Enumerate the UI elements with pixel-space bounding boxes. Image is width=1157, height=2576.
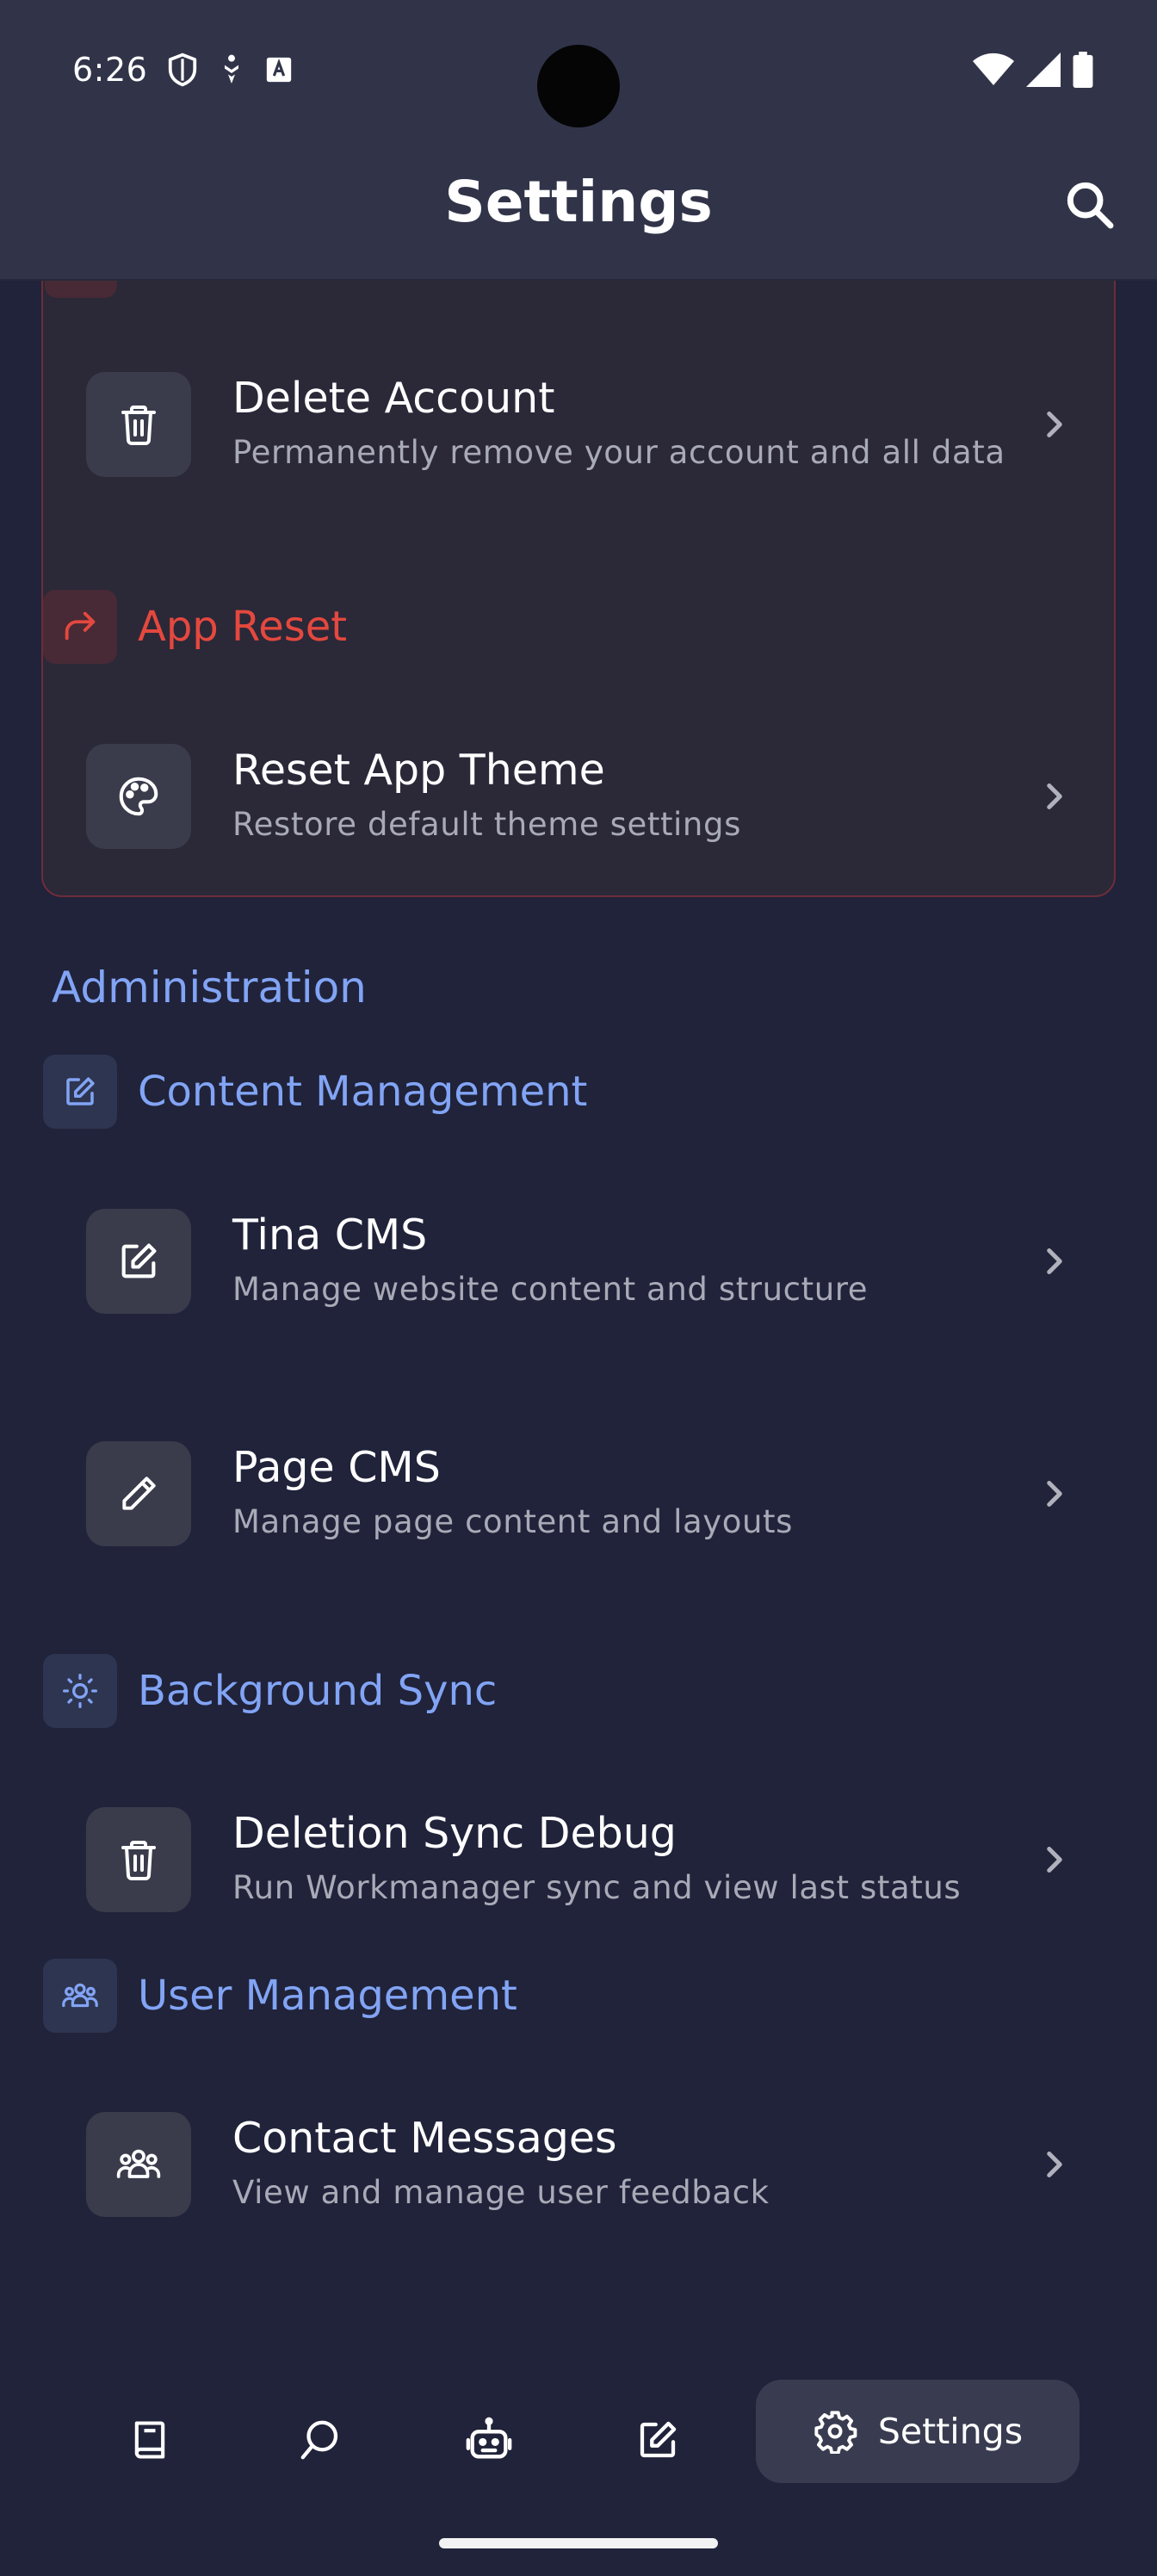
home-indicator[interactable] — [439, 2538, 718, 2548]
edit-icon — [640, 2421, 677, 2458]
administration-title: Administration — [52, 963, 367, 1012]
chevron-right-icon — [1047, 1847, 1062, 1873]
redo-arrow-icon — [43, 590, 117, 664]
reset-app-theme-subtitle: Restore default theme settings — [232, 806, 741, 843]
search-icon[interactable] — [1062, 177, 1117, 232]
reset-app-theme-title: Reset App Theme — [232, 746, 605, 795]
users-icon — [43, 1959, 117, 2033]
chevron-right-icon — [1047, 412, 1062, 437]
accessibility-icon — [225, 54, 239, 84]
tina-cms-title: Tina CMS — [232, 1211, 428, 1260]
nav-editor[interactable] — [606, 2388, 709, 2492]
edit-icon — [43, 1055, 117, 1129]
bottom-navigation: Settings — [0, 2359, 1157, 2505]
status-bar-left: 6:26 — [72, 46, 294, 93]
search-icon — [300, 2420, 338, 2460]
robot-icon — [466, 2417, 512, 2459]
app-reset-heading: App Reset — [138, 603, 348, 651]
font-icon — [267, 57, 292, 83]
contact-messages-subtitle: View and manage user feedback — [232, 2174, 770, 2211]
tina-cms-item[interactable]: Tina CMS Manage website content and stru… — [86, 1209, 1076, 1321]
top-app-bar: 6:26 Settings — [0, 0, 1157, 281]
trash-icon — [86, 1807, 191, 1912]
page-cms-item[interactable]: Page CMS Manage page content and layouts — [86, 1441, 1076, 1553]
page-cms-title: Page CMS — [232, 1443, 441, 1492]
battery-icon — [1073, 52, 1093, 88]
trash-icon — [86, 372, 191, 477]
nav-search[interactable] — [269, 2388, 372, 2492]
nav-library[interactable] — [98, 2388, 201, 2492]
user-management-heading: User Management — [138, 1972, 517, 2020]
edit-icon — [86, 1209, 191, 1314]
settings-screen: Delete Account Permanently remove your a… — [0, 0, 1157, 2576]
contact-messages-item[interactable]: Contact Messages View and manage user fe… — [86, 2112, 1076, 2224]
app-reset-section-header: App Reset — [43, 590, 347, 664]
nav-assistant[interactable] — [437, 2388, 541, 2492]
book-icon — [134, 2421, 165, 2459]
shield-icon — [169, 53, 197, 87]
reset-app-theme-item[interactable]: Reset App Theme Restore default theme se… — [86, 744, 1076, 856]
deletion-sync-debug-title: Deletion Sync Debug — [232, 1809, 677, 1858]
background-sync-section-header: Background Sync — [43, 1654, 497, 1728]
chevron-right-icon — [1047, 1248, 1062, 1274]
camera-cutout — [537, 45, 620, 127]
palette-icon — [86, 744, 191, 849]
sun-icon — [43, 1654, 117, 1728]
nav-settings[interactable]: Settings — [756, 2380, 1080, 2483]
page-cms-subtitle: Manage page content and layouts — [232, 1503, 794, 1540]
chevron-right-icon — [1047, 1481, 1062, 1507]
delete-account-subtitle: Permanently remove your account and all … — [232, 434, 1005, 471]
gear-icon — [814, 2411, 857, 2454]
delete-account-title: Delete Account — [232, 374, 555, 423]
signal-icon — [1026, 53, 1061, 87]
deletion-sync-debug-item[interactable]: Deletion Sync Debug Run Workmanager sync… — [86, 1807, 1076, 1919]
pencil-icon — [86, 1441, 191, 1546]
contact-messages-title: Contact Messages — [232, 2114, 617, 2163]
chevron-right-icon — [1047, 783, 1062, 809]
users-icon — [86, 2112, 191, 2217]
wifi-icon — [973, 53, 1014, 85]
delete-account-item[interactable]: Delete Account Permanently remove your a… — [86, 372, 1076, 484]
nav-settings-label: Settings — [877, 2411, 1024, 2452]
status-time: 6:26 — [72, 51, 148, 89]
page-title: Settings — [444, 169, 713, 235]
chevron-right-icon — [1047, 2152, 1062, 2177]
background-sync-heading: Background Sync — [138, 1667, 498, 1715]
content-management-heading: Content Management — [138, 1068, 588, 1116]
deletion-sync-debug-subtitle: Run Workmanager sync and view last statu… — [232, 1869, 962, 1906]
content-management-section-header: Content Management — [43, 1055, 587, 1129]
status-bar-right — [973, 46, 1093, 93]
user-management-section-header: User Management — [43, 1959, 517, 2033]
tina-cms-subtitle: Manage website content and structure — [232, 1271, 869, 1308]
